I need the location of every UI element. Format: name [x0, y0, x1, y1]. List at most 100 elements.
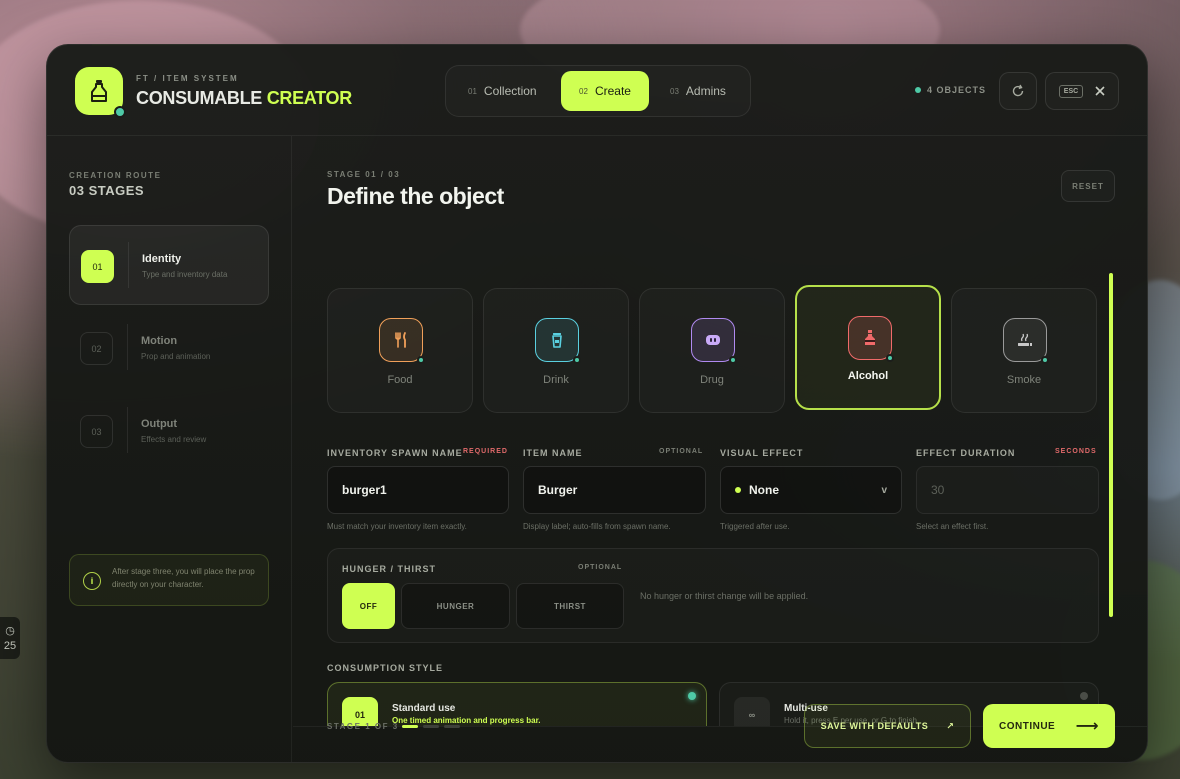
status-dot — [417, 356, 425, 364]
type-label: Smoke — [1006, 374, 1042, 386]
sidebar-step-motion[interactable]: 02 Motion Prop and animation — [69, 308, 269, 388]
type-icon-box — [848, 316, 894, 362]
cup-icon — [552, 333, 562, 348]
save-with-defaults-button[interactable]: SAVE WITH DEFAULTS ↗ — [804, 704, 971, 748]
tab-create[interactable]: 02 Create — [561, 71, 649, 111]
visual-effect-value: None — [749, 483, 779, 497]
type-label: Food — [387, 374, 413, 386]
app-logo — [75, 67, 126, 118]
option-title: Standard use — [392, 703, 456, 714]
option-number: ∞ — [734, 697, 770, 726]
arrow-right-icon: ⟶ — [1075, 718, 1099, 735]
hunger-thirst-label: HUNGER / THIRST — [342, 564, 437, 574]
item-name-hint: Display label; auto-fills from spawn nam… — [523, 522, 671, 531]
spawn-name-hint: Must match your inventory item exactly. — [327, 522, 467, 531]
hunger-off-button[interactable]: OFF — [342, 583, 395, 629]
hud-clock-value: 25 — [3, 640, 17, 652]
reset-button[interactable]: RESET — [1061, 170, 1115, 202]
effect-duration-input[interactable]: 30 — [916, 466, 1099, 514]
refresh-button[interactable] — [999, 72, 1037, 110]
type-card-alcohol[interactable]: Alcohol — [795, 285, 941, 410]
tab-collection[interactable]: 01 Collection — [460, 71, 545, 111]
smoke-icon — [1018, 333, 1032, 346]
tab-label: Collection — [483, 84, 537, 98]
hunger-thirst-message: No hunger or thirst change will be appli… — [640, 591, 809, 601]
type-card-smoke[interactable]: Smoke — [951, 288, 1097, 413]
scrollbar[interactable] — [1109, 273, 1113, 617]
tab-number: 02 — [579, 86, 588, 96]
thirst-button[interactable]: THIRST — [516, 583, 624, 629]
step-title: Output — [141, 418, 178, 430]
type-label: Drug — [700, 374, 724, 386]
type-icon-box — [379, 318, 425, 364]
creator-panel: FT / ITEM SYSTEM CONSUMABLE CREATOR 01 C… — [46, 44, 1148, 763]
unselected-dot — [1080, 692, 1088, 700]
step-divider — [128, 242, 129, 288]
brand-title: CONSUMABLE CREATOR — [136, 88, 352, 109]
clock-icon: ◷ — [5, 625, 15, 637]
main-content: STAGE 01 / 03 Define the object RESET Fo… — [293, 136, 1147, 762]
pill-icon — [706, 335, 720, 345]
effect-duration-hint: Select an effect first. — [916, 522, 989, 531]
tab-admins[interactable]: 03 Admins — [662, 71, 734, 111]
fork-knife-icon — [395, 332, 406, 348]
close-icon — [1095, 86, 1105, 96]
spawn-name-label: INVENTORY SPAWN NAME — [327, 448, 463, 458]
stage-count: STAGE 1 OF 3 — [327, 722, 399, 731]
status-dot — [573, 356, 581, 364]
progress-step-1 — [402, 725, 418, 728]
tab-number: 03 — [670, 86, 679, 96]
tab-number: 01 — [468, 86, 477, 96]
type-card-drug[interactable]: Drug — [639, 288, 785, 413]
continue-button[interactable]: CONTINUE ⟶ — [983, 704, 1115, 748]
object-count-label: 4 OBJECTS — [927, 85, 987, 95]
step-number: 03 — [80, 415, 113, 448]
info-text: After stage three, you will place the pr… — [112, 567, 255, 589]
visual-effect-select[interactable]: None v — [720, 466, 902, 514]
info-icon: i — [83, 572, 101, 590]
step-number: 02 — [80, 332, 113, 365]
brand-title-main: CONSUMABLE — [136, 88, 262, 108]
progress-step-3 — [444, 725, 460, 728]
close-button[interactable]: ESC — [1045, 72, 1119, 110]
type-label: Drink — [543, 374, 569, 386]
step-number: 01 — [81, 250, 114, 283]
status-dot — [886, 354, 894, 362]
tab-label: Admins — [685, 84, 726, 98]
refresh-icon — [1012, 84, 1024, 97]
option-desc: One timed animation and progress bar. — [392, 716, 541, 725]
chevron-down-icon: v — [881, 484, 887, 496]
type-card-drink[interactable]: Drink — [483, 288, 629, 413]
brand-subtitle: FT / ITEM SYSTEM — [136, 74, 239, 83]
item-name-input[interactable]: Burger — [523, 466, 706, 514]
sidebar-step-identity[interactable]: 01 Identity Type and inventory data — [69, 225, 269, 305]
consumption-standard-option[interactable]: 01 Standard use One timed animation and … — [327, 682, 707, 726]
step-title: Identity — [142, 253, 182, 265]
header: FT / ITEM SYSTEM CONSUMABLE CREATOR 01 C… — [47, 45, 1147, 136]
step-title: Motion — [141, 335, 178, 347]
object-count: 4 OBJECTS — [915, 85, 986, 95]
step-desc: Effects and review — [141, 435, 207, 444]
save-label: SAVE WITH DEFAULTS — [820, 721, 929, 731]
stage-label: STAGE 01 / 03 — [327, 170, 401, 179]
step-desc: Prop and animation — [141, 352, 211, 361]
type-icon-box — [1003, 318, 1049, 364]
continue-label: CONTINUE — [999, 720, 1056, 732]
sidebar-step-output[interactable]: 03 Output Effects and review — [69, 391, 269, 471]
bottle-icon — [865, 330, 875, 345]
step-divider — [127, 407, 128, 453]
bottle-icon — [91, 80, 107, 102]
tab-label: Create — [594, 84, 631, 98]
step-desc: Type and inventory data — [142, 270, 228, 279]
visual-effect-hint: Triggered after use. — [720, 522, 790, 531]
hunger-button[interactable]: HUNGER — [401, 583, 510, 629]
status-dot — [114, 106, 126, 118]
hud-clock: ◷ 25 — [0, 617, 20, 659]
type-card-food[interactable]: Food — [327, 288, 473, 413]
type-icon-box — [691, 318, 737, 364]
step-divider — [127, 324, 128, 370]
spawn-name-input[interactable]: burger1 — [327, 466, 509, 514]
status-dot — [735, 487, 741, 493]
info-note: i After stage three, you will place the … — [69, 554, 269, 606]
seconds-tag: SECONDS — [1055, 448, 1097, 455]
